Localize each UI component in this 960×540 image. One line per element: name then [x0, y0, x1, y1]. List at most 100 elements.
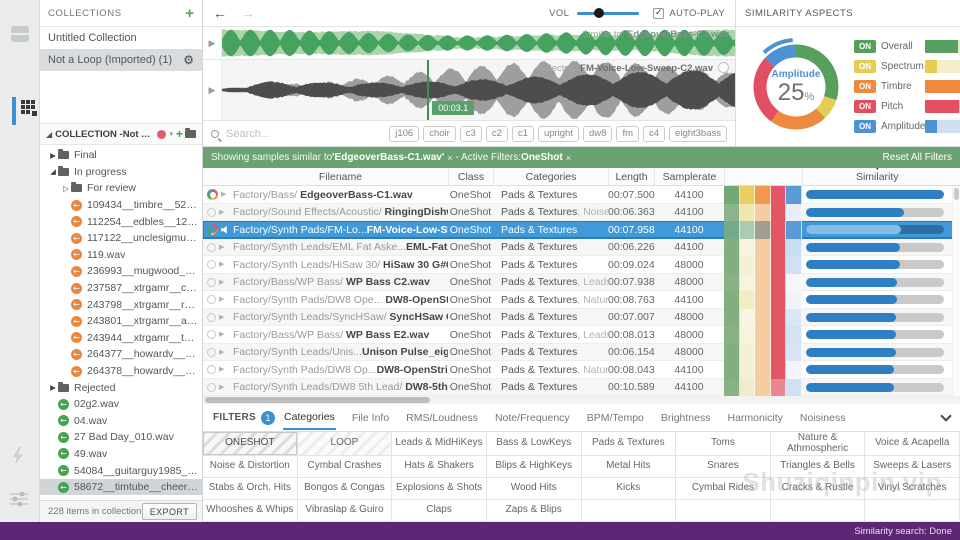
search-tag[interactable]: eight3bass — [669, 125, 727, 142]
aspect-on-toggle[interactable]: ON — [854, 40, 876, 53]
tree-folder[interactable]: ▷ For review — [40, 180, 202, 197]
category-cell[interactable]: Sweeps & Lasers — [865, 456, 960, 478]
filter-tab[interactable]: Harmonicity — [726, 406, 783, 429]
add-collection-button[interactable]: + — [185, 5, 194, 22]
row-play-icon[interactable]: ▶ — [219, 384, 224, 391]
archive-icon[interactable] — [11, 26, 29, 42]
category-cell[interactable]: Claps — [392, 500, 487, 522]
tree-file[interactable]: ← 109434__timbre__52906-vl... — [40, 197, 202, 214]
tree-folder[interactable]: ▶ Final — [40, 147, 202, 164]
category-cell[interactable]: Kicks — [581, 478, 677, 500]
tree-file[interactable]: ← 236993__mugwood__air-ra... — [40, 263, 202, 280]
category-cell[interactable]: LOOP — [297, 432, 393, 456]
category-cell[interactable]: Pads & Textures — [581, 432, 677, 456]
col-aspect-4[interactable] — [771, 168, 787, 186]
category-cell[interactable]: Cymbal Rides — [676, 478, 771, 500]
reference-circle-icon[interactable] — [718, 62, 729, 73]
collection-item[interactable]: Not a Loop (Imported) (1) ⚙ — [40, 49, 202, 71]
col-aspect-1[interactable] — [724, 168, 740, 186]
tree-caret-icon[interactable]: ▶ — [48, 151, 58, 160]
remove-similarity-button[interactable]: × — [447, 153, 452, 163]
table-row[interactable]: ▶ Factory/Synth Leads/Unis...Unison Pulse… — [203, 343, 960, 361]
col-categories[interactable]: Categories — [493, 168, 608, 186]
tree-caret-icon[interactable]: ◢ — [48, 167, 58, 176]
col-length[interactable]: Length — [608, 168, 654, 186]
browser-grid-icon[interactable] — [21, 100, 38, 117]
category-cell[interactable]: Stabs & Orch. Hits — [203, 478, 298, 500]
filter-tab[interactable]: Note/Frequency — [494, 406, 571, 429]
play-selected-button[interactable]: ▶ — [209, 85, 216, 96]
row-play-icon[interactable]: ▶ — [219, 261, 224, 268]
tree-folder[interactable]: ◢ In progress — [40, 164, 202, 181]
tree-file[interactable]: ← 243798__xtrgamr__rowdy-... — [40, 296, 202, 313]
row-play-icon[interactable]: ▶ — [219, 349, 224, 356]
category-cell[interactable]: Snares — [676, 456, 771, 478]
volume-knob[interactable] — [594, 8, 605, 18]
back-button[interactable]: ← — [213, 5, 227, 21]
col-aspect-2[interactable] — [740, 168, 756, 186]
tree-file[interactable]: ← 27 Bad Day_010.wav — [40, 429, 202, 446]
autoplay-checkbox[interactable]: ✓ — [653, 7, 665, 19]
filter-tab[interactable]: Brightness — [660, 406, 712, 429]
col-samplerate[interactable]: Samplerate — [654, 168, 724, 186]
filter-tab[interactable]: File Info — [351, 406, 390, 429]
table-row[interactable]: ▶ Factory/Sound Effects/Acoustic/ Ringing… — [203, 203, 960, 221]
category-cell[interactable]: Nature & Athmospheric — [770, 432, 866, 456]
tree-file[interactable]: ← 264378__howardv__crowd... — [40, 363, 202, 380]
category-cell[interactable]: Explosions & Shots — [392, 478, 487, 500]
category-cell[interactable]: Voice & Acapella — [865, 432, 960, 456]
table-row[interactable]: Factory/Synth Pads/FM-Lo...FM-Voice-Low-… — [203, 221, 960, 239]
filter-tab[interactable]: RMS/Loudness — [405, 406, 479, 429]
search-tag[interactable]: choir — [423, 125, 456, 142]
reset-all-filters-button[interactable]: Reset All Filters — [883, 152, 952, 163]
tree-file[interactable]: ← 112254__edbles__12secon... — [40, 213, 202, 230]
collection-tree-header[interactable]: ◢ COLLECTION - Not A Loo.. ▾ + — [40, 123, 202, 145]
play-similar-button[interactable]: ▶ — [209, 38, 216, 49]
tree-file[interactable]: ← 243944__xtrgamr__thank-y... — [40, 330, 202, 347]
filter-tab[interactable]: Categories — [283, 405, 336, 430]
aspect-weight-bar[interactable] — [925, 100, 960, 113]
aspect-weight-bar[interactable] — [925, 80, 960, 93]
selected-waveform[interactable]: Selected: FM-Voice-Low-Sweep-C2.wav 00:0… — [222, 60, 735, 120]
tree-file[interactable]: ← 243801__xtrgamr__awww-t... — [40, 313, 202, 330]
playhead[interactable] — [427, 60, 430, 120]
category-cell[interactable]: Vinyl Scratches — [865, 478, 960, 500]
category-cell[interactable]: Noise & Distortion — [203, 456, 298, 478]
tree-folder[interactable]: ▶ Rejected — [40, 379, 202, 396]
tree-file[interactable]: ← 58672__timtube__cheer-2.wav — [40, 478, 202, 496]
tree-file[interactable]: ← 119.wav — [40, 247, 202, 264]
category-cell[interactable]: Triangles & Bells — [770, 456, 866, 478]
category-cell[interactable]: Zaps & Blips — [486, 500, 582, 522]
aspect-on-toggle[interactable]: ON — [854, 120, 876, 133]
horizontal-scrollbar[interactable] — [203, 396, 960, 404]
volume-slider[interactable] — [577, 8, 640, 18]
table-row[interactable]: ▶ Factory/Synth Pads/DW8 Op...DW8-OpenStr… — [203, 361, 960, 379]
aspect-weight-bar[interactable] — [925, 40, 960, 53]
table-row[interactable]: ▶ Factory/Synth Leads/DW8 5th Lead/ DW8-5… — [203, 378, 960, 396]
category-cell[interactable]: Leads & MidHiKeys — [392, 432, 487, 456]
col-filename[interactable]: Filename — [233, 168, 448, 186]
category-cell[interactable]: Wood Hits — [486, 478, 582, 500]
col-aspect-5[interactable] — [786, 168, 802, 186]
category-cell[interactable]: Metal Hits — [581, 456, 677, 478]
tree-caret-icon[interactable]: ▶ — [48, 383, 58, 392]
row-play-icon[interactable]: ▶ — [219, 209, 224, 216]
tree-file[interactable]: ← 264377__howardv__small-... — [40, 346, 202, 363]
aspects-donut-chart[interactable]: Amplitude 25% — [744, 35, 848, 139]
row-play-icon[interactable]: ▶ — [219, 296, 224, 303]
tree-file[interactable]: ← 02g2.wav — [40, 396, 202, 413]
tree-file[interactable]: ← 237587__xtrgamr__clappin... — [40, 280, 202, 297]
row-play-icon[interactable]: ▶ — [221, 191, 226, 198]
similar-waveform[interactable]: Similar to: EdgeoverBass-C1.wav — [222, 27, 735, 59]
row-play-icon[interactable]: ▶ — [219, 366, 224, 373]
aspect-on-toggle[interactable]: ON — [854, 100, 876, 113]
table-row[interactable]: ▶ Factory/Bass/ EdgeoverBass-C1.wav OneSho… — [203, 186, 960, 204]
remove-filter-button[interactable]: × — [566, 153, 571, 163]
filter-tab[interactable]: BPM/Tempo — [586, 406, 645, 429]
folder-icon[interactable] — [185, 128, 196, 138]
aspect-on-toggle[interactable]: ON — [854, 60, 876, 73]
vertical-scrollbar[interactable] — [952, 186, 960, 396]
add-folder-button[interactable]: + — [176, 127, 183, 141]
record-color-dot[interactable] — [157, 129, 167, 139]
category-cell[interactable]: Bass & LowKeys — [486, 432, 582, 456]
